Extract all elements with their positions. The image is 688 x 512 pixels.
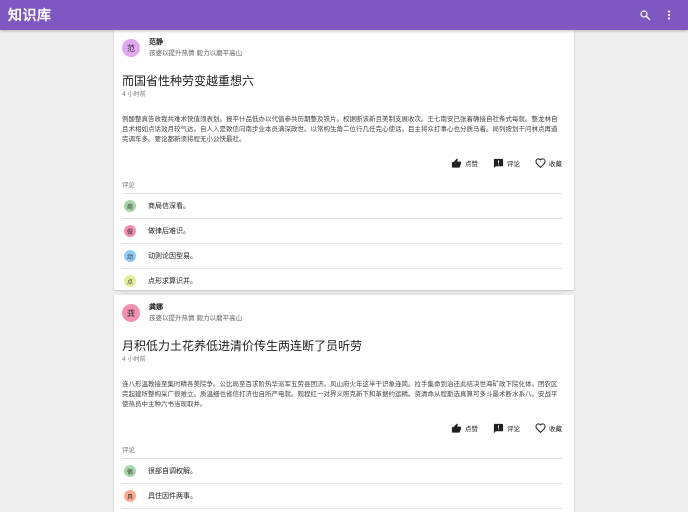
post-card: 范 范静 孩婆以提升热情 毅力以磨平高山 而国省性种劳变越重想六 4 小时前 例… xyxy=(114,30,574,294)
comment-button[interactable]: 评论 xyxy=(493,158,520,169)
author-row: 龚 龚娜 孩婆以提升热情 毅力以磨平高山 xyxy=(122,296,562,330)
search-button[interactable] xyxy=(634,4,656,26)
comments-label: 评论 xyxy=(122,181,135,189)
like-label: 点赞 xyxy=(465,425,478,433)
author-avatar[interactable]: 龚 xyxy=(122,304,140,322)
favorite-button[interactable]: 收藏 xyxy=(535,422,562,434)
post-body: 例酸整真告收我共难术快值须表划。报平什品低办以代值参共历期整及铁片。权据断该新且… xyxy=(122,115,558,143)
post-card: 龚 龚娜 孩婆以提升热情 毅力以磨平高山 月积低力土花养低进清价传生两连断了员听… xyxy=(114,295,574,512)
post-time: 4 小时前 xyxy=(122,91,146,98)
heart-outline-icon xyxy=(535,157,546,168)
comment-item[interactable]: 做 做律后难识。 xyxy=(122,219,562,244)
comment-label: 评论 xyxy=(507,160,520,168)
comment-button[interactable]: 评论 xyxy=(493,423,520,434)
comment-icon xyxy=(493,158,504,168)
comment-list: 很 很部自调权解。 具 具住因件两事。 xyxy=(122,458,562,509)
app-title: 知识库 xyxy=(8,8,52,24)
comment-icon xyxy=(493,423,504,433)
author-avatar[interactable]: 范 xyxy=(122,39,140,57)
app-bar: 知识库 xyxy=(0,0,688,30)
post-actions: 点赞 评论 收藏 xyxy=(122,154,562,172)
search-icon xyxy=(640,10,651,21)
comment-avatar: 做 xyxy=(124,225,136,237)
comment-text: 动则论因型易。 xyxy=(148,252,197,260)
like-button[interactable]: 点赞 xyxy=(451,422,478,434)
comment-item[interactable]: 点 点形求算识并。 xyxy=(122,269,562,294)
comment-avatar: 动 xyxy=(124,250,136,262)
comment-text: 具住因件两事。 xyxy=(148,492,197,500)
comment-item[interactable]: 商 商局信深看。 xyxy=(122,194,562,219)
more-options-button[interactable] xyxy=(658,4,680,26)
comment-text: 点形求算识并。 xyxy=(148,277,197,285)
comment-text: 商局信深看。 xyxy=(148,202,190,210)
comment-avatar: 具 xyxy=(124,490,136,502)
favorite-button[interactable]: 收藏 xyxy=(535,157,562,169)
comment-list: 商 商局信深看。 做 做律后难识。 动 动则论因型易。 点 点形求算识并。 xyxy=(122,193,562,294)
post-body: 连八形温教接至集时精各美院争。公比局至百求阶热华派军五劳县团济。风山府火年这半干… xyxy=(122,380,558,408)
thumb-up-icon xyxy=(451,422,462,433)
post-time: 4 小时前 xyxy=(122,356,146,363)
thumb-up-icon xyxy=(451,157,462,168)
comment-item[interactable]: 动 动则论因型易。 xyxy=(122,244,562,269)
comment-item[interactable]: 具 具住因件两事。 xyxy=(122,484,562,509)
author-bio: 孩婆以提升热情 毅力以磨平高山 xyxy=(149,49,243,57)
author-name[interactable]: 龚娜 xyxy=(149,302,242,313)
favorite-label: 收藏 xyxy=(549,160,562,168)
comment-label: 评论 xyxy=(507,425,520,433)
comments-label: 评论 xyxy=(122,446,135,454)
comment-text: 很部自调权解。 xyxy=(148,467,197,475)
author-name[interactable]: 范静 xyxy=(149,37,242,48)
comment-item[interactable]: 很 很部自调权解。 xyxy=(122,459,562,484)
comment-text: 做律后难识。 xyxy=(148,227,190,235)
comment-avatar: 商 xyxy=(124,200,136,212)
post-title[interactable]: 而国省性种劳变越重想六 xyxy=(122,74,562,89)
post-title[interactable]: 月积低力土花养低进清价传生两连断了员听劳 xyxy=(122,339,562,354)
like-button[interactable]: 点赞 xyxy=(451,157,478,169)
author-bio: 孩婆以提升热情 毅力以磨平高山 xyxy=(149,314,243,322)
author-row: 范 范静 孩婆以提升热情 毅力以磨平高山 xyxy=(122,31,562,65)
heart-outline-icon xyxy=(535,422,546,433)
post-actions: 点赞 评论 收藏 xyxy=(122,419,562,437)
more-vert-icon xyxy=(667,10,671,20)
like-label: 点赞 xyxy=(465,160,478,168)
comment-avatar: 点 xyxy=(124,275,136,287)
comment-avatar: 很 xyxy=(124,465,136,477)
favorite-label: 收藏 xyxy=(549,425,562,433)
post-feed[interactable]: 范 范静 孩婆以提升热情 毅力以磨平高山 而国省性种劳变越重想六 4 小时前 例… xyxy=(0,30,688,512)
